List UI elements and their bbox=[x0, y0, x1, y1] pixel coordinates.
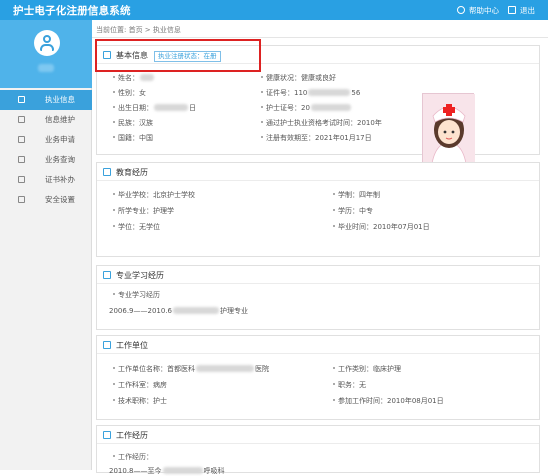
book-icon bbox=[103, 271, 111, 279]
graduation-time-field: 毕业时间：2010年07月01日 bbox=[333, 222, 430, 232]
education-title: 教育经历 bbox=[116, 168, 148, 177]
document-icon bbox=[18, 136, 25, 143]
help-label: 帮助中心 bbox=[469, 6, 499, 15]
help-center-link[interactable]: 帮助中心 bbox=[457, 5, 499, 16]
name-field: 姓名： bbox=[113, 73, 155, 83]
work-history-record-prefix: 2010.8——至今 bbox=[109, 467, 162, 475]
sidebar-item-label: 安全设置 bbox=[45, 195, 75, 204]
unit-name-suffix: 医院 bbox=[255, 365, 269, 373]
highlight-box bbox=[95, 39, 261, 72]
logout-label: 退出 bbox=[520, 6, 535, 15]
sidebar-item-security[interactable]: 安全设置 bbox=[0, 190, 92, 210]
work-history-record: 2010.8——至今 呼吸科 bbox=[109, 466, 225, 476]
health-field: 健康状况：健康或良好 bbox=[261, 73, 336, 83]
sidebar-item-business-query[interactable]: 业务查询 bbox=[0, 150, 92, 170]
user-name bbox=[38, 64, 54, 72]
birth-label: 出生日期： bbox=[118, 104, 153, 112]
logout-icon bbox=[508, 6, 516, 14]
education-level-field: 学历：中专 bbox=[333, 206, 373, 216]
sidebar-item-label: 信息维护 bbox=[45, 115, 75, 124]
sidebar-item-business-apply[interactable]: 业务申请 bbox=[0, 130, 92, 150]
name-label: 姓名： bbox=[118, 74, 139, 82]
cert-number-label: 护士证号：20 bbox=[266, 104, 310, 112]
work-history-title: 工作经历 bbox=[116, 431, 148, 440]
work-history-card: 工作经历 工作经历： 2010.8——至今 呼吸科 bbox=[96, 425, 540, 476]
user-panel bbox=[0, 20, 92, 88]
id-number-field: 证件号：110 56 bbox=[261, 88, 360, 98]
unit-name-label: 工作单位名称：首都医科 bbox=[118, 365, 195, 373]
work-unit-card: 工作单位 工作单位名称：首都医科 医院 工作科室：病房 技术职称：护士 工作类别：… bbox=[96, 335, 540, 420]
avatar bbox=[34, 30, 60, 56]
user-icon bbox=[18, 96, 25, 103]
expiry-field: 注册有效期至：2021年01月17日 bbox=[261, 133, 372, 143]
gender-field: 性别：女 bbox=[113, 88, 146, 98]
study-record-suffix: 护理专业 bbox=[220, 307, 248, 315]
sidebar: 执业信息 信息维护 业务申请 业务查询 证书补办 安全设置 bbox=[0, 20, 92, 470]
briefcase-icon bbox=[103, 431, 111, 439]
certificate-icon bbox=[18, 176, 25, 183]
sidebar-item-certificate-reissue[interactable]: 证书补办 bbox=[0, 170, 92, 190]
cert-number-field: 护士证号：20 bbox=[261, 103, 352, 113]
tech-title-field: 技术职称：护士 bbox=[113, 396, 167, 406]
education-header: 教育经历 bbox=[97, 163, 539, 181]
study-title: 专业学习经历 bbox=[116, 271, 164, 280]
sidebar-item-label: 业务申请 bbox=[45, 135, 75, 144]
nurse-avatar-image bbox=[422, 93, 475, 173]
edit-icon bbox=[18, 116, 25, 123]
position-field: 职务：无 bbox=[333, 380, 366, 390]
sidebar-item-info-maintenance[interactable]: 信息维护 bbox=[0, 110, 92, 130]
study-header: 专业学习经历 bbox=[97, 266, 539, 284]
top-bar: 护士电子化注册信息系统 帮助中心 退出 bbox=[0, 0, 548, 20]
sidebar-item-practice-info[interactable]: 执业信息 bbox=[0, 90, 92, 110]
sidebar-menu: 执业信息 信息维护 业务申请 业务查询 证书补办 安全设置 bbox=[0, 90, 92, 210]
unit-type-field: 工作类别：临床护理 bbox=[333, 364, 401, 374]
study-record-prefix: 2006.9——2010.6 bbox=[109, 307, 172, 315]
ethnicity-field: 民族：汉族 bbox=[113, 118, 153, 128]
schooling-length-field: 学制：四年制 bbox=[333, 190, 380, 200]
help-icon bbox=[457, 6, 465, 14]
nationality-field: 国籍：中国 bbox=[113, 133, 153, 143]
building-icon bbox=[103, 341, 111, 349]
sidebar-item-label: 证书补办 bbox=[45, 175, 75, 184]
lock-icon bbox=[18, 196, 25, 203]
breadcrumb: 当前位置: 首页 > 执业信息 bbox=[96, 26, 181, 34]
study-label: 专业学习经历 bbox=[113, 290, 160, 300]
avatar-head-icon bbox=[43, 35, 51, 43]
birth-suffix: 日 bbox=[189, 104, 196, 112]
degree-field: 学位：无学位 bbox=[113, 222, 160, 232]
major-field: 所学专业：护理学 bbox=[113, 206, 174, 216]
search-icon bbox=[18, 156, 25, 163]
graduation-cap-icon bbox=[103, 168, 111, 176]
exam-year-field: 通过护士执业资格考试时间：2010年 bbox=[261, 118, 382, 128]
app-title: 护士电子化注册信息系统 bbox=[13, 5, 131, 17]
education-card: 教育经历 毕业学校：北京护士学校 所学专业：护理学 学位：无学位 学制：四年制 … bbox=[96, 162, 540, 257]
breadcrumb-divider bbox=[92, 37, 548, 38]
work-unit-title: 工作单位 bbox=[116, 341, 148, 350]
work-start-field: 参加工作时间：2010年08月01日 bbox=[333, 396, 444, 406]
school-field: 毕业学校：北京护士学校 bbox=[113, 190, 195, 200]
main-content: 当前位置: 首页 > 执业信息 基本信息 执业注册状态：在册 姓名： 性别：女 出… bbox=[92, 20, 548, 476]
logout-link[interactable]: 退出 bbox=[508, 5, 535, 16]
birth-field: 出生日期： 日 bbox=[113, 103, 196, 113]
id-number-label: 证件号：110 bbox=[266, 89, 308, 97]
department-field: 工作科室：病房 bbox=[113, 380, 167, 390]
sidebar-item-label: 执业信息 bbox=[45, 95, 75, 104]
work-history-record-suffix: 呼吸科 bbox=[203, 467, 225, 475]
work-history-label: 工作经历： bbox=[113, 452, 153, 462]
sidebar-item-label: 业务查询 bbox=[45, 155, 75, 164]
work-history-header: 工作经历 bbox=[97, 426, 539, 444]
study-record: 2006.9——2010.6 护理专业 bbox=[109, 306, 248, 316]
nurse-icon bbox=[423, 94, 475, 173]
study-card: 专业学习经历 专业学习经历 2006.9——2010.6 护理专业 bbox=[96, 265, 540, 330]
unit-name-field: 工作单位名称：首都医科 医院 bbox=[113, 364, 269, 374]
avatar-body-icon bbox=[40, 44, 54, 51]
id-number-suffix: 56 bbox=[351, 89, 361, 97]
work-unit-header: 工作单位 bbox=[97, 336, 539, 354]
